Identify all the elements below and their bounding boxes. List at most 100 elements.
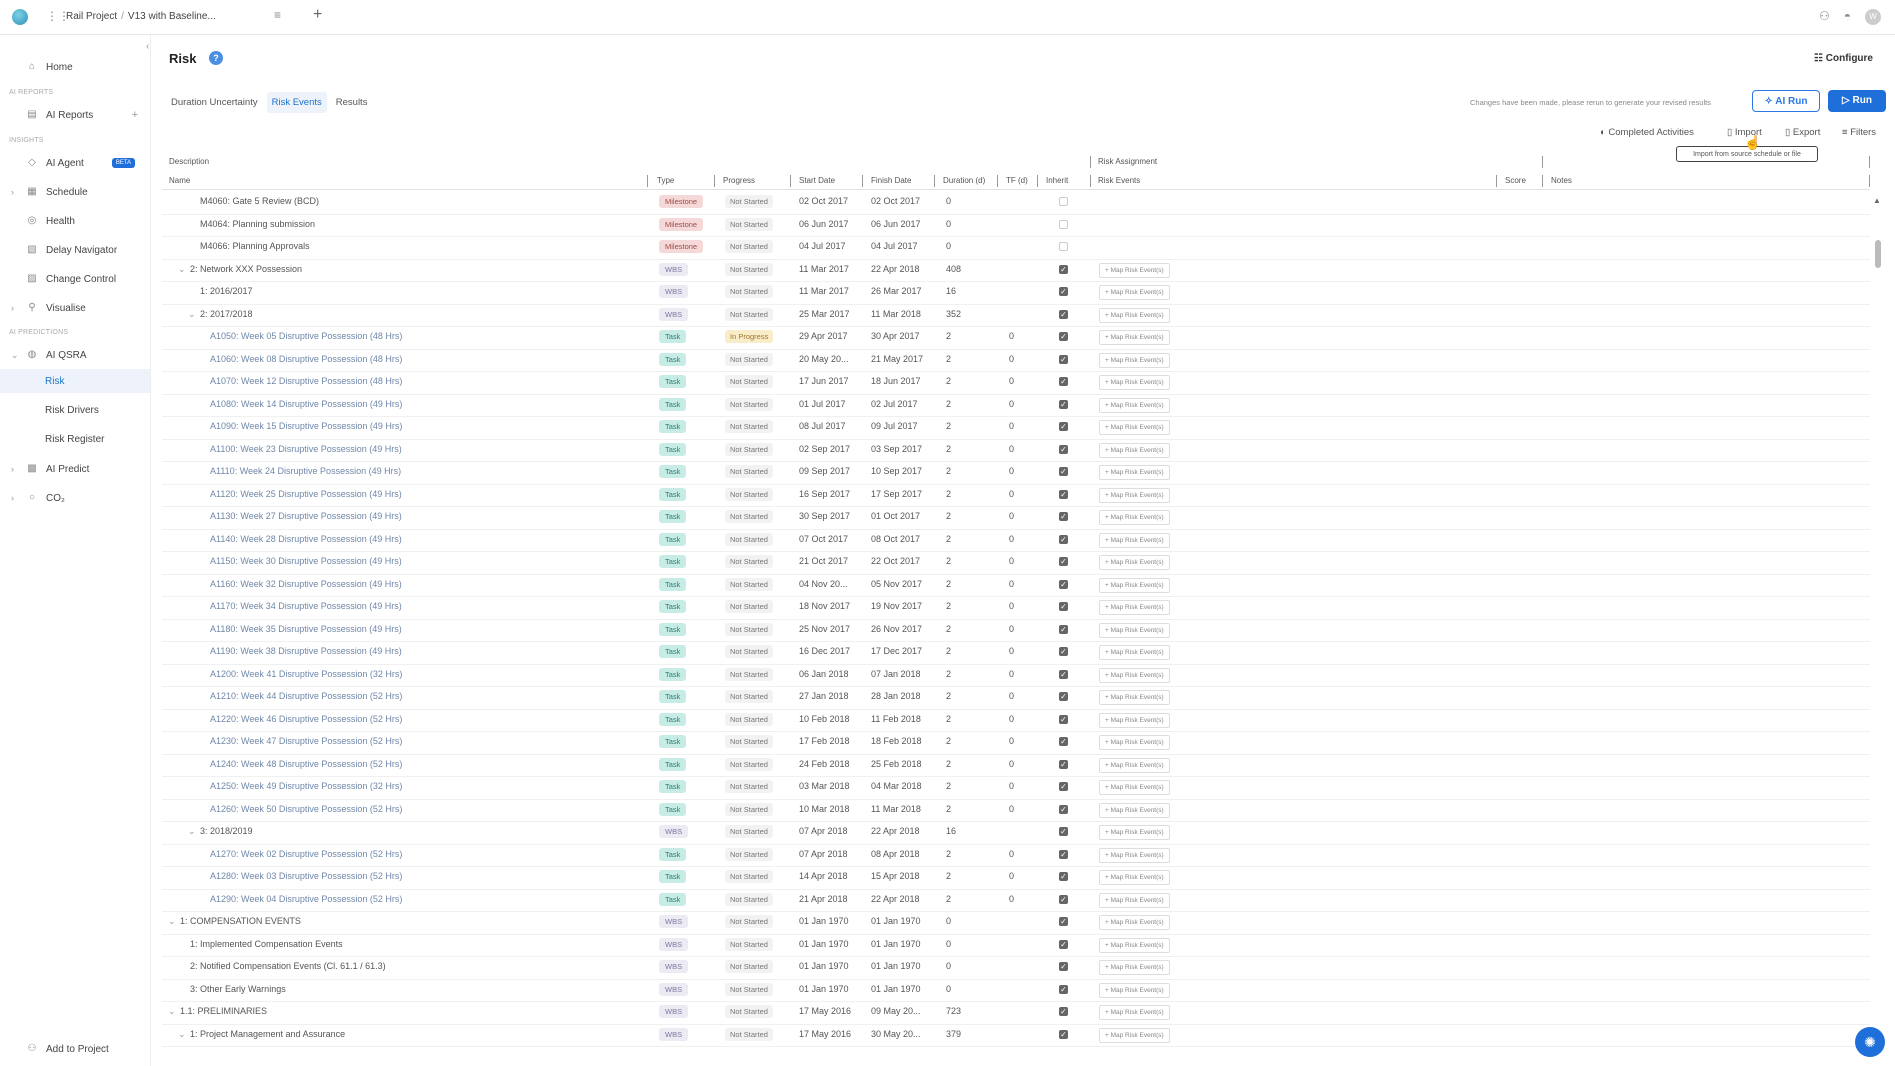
inherit-checkbox[interactable]: ✓ (1059, 332, 1068, 341)
avatar[interactable]: W (1865, 9, 1881, 25)
inherit-checkbox[interactable]: ✓ (1059, 849, 1068, 859)
map-risk-events-button[interactable]: + Map Risk Event(s) (1099, 870, 1170, 885)
col-type[interactable]: Type (657, 176, 674, 185)
chevron-right-icon[interactable]: › (11, 187, 14, 197)
map-risk-events-button[interactable]: + Map Risk Event(s) (1099, 982, 1170, 998)
column-divider[interactable] (934, 175, 935, 187)
map-risk-events-button[interactable]: + Map Risk Event(s) (1099, 937, 1170, 953)
tab-results[interactable]: Results (331, 92, 373, 113)
col-inherit[interactable]: Inherit (1046, 176, 1068, 185)
table-row[interactable]: A1240: Week 48 Disruptive Possession (52… (162, 754, 1870, 777)
map-risk-events-button[interactable]: + Map Risk Event(s) (1099, 847, 1170, 863)
chevron-down-icon[interactable]: ⌄ (178, 264, 186, 275)
table-row[interactable]: 1: Implemented Compensation Events WBS Not… (162, 934, 1870, 957)
table-row[interactable]: A1270: Week 02 Disruptive Possession (52… (162, 844, 1870, 867)
map-risk-events-button[interactable]: + Map Risk Event(s) (1099, 375, 1170, 390)
table-row[interactable]: ⌄ 1: COMPENSATION EVENTS WBS Not Started 01 … (162, 911, 1870, 935)
map-risk-events-button[interactable]: + Map Risk Event(s) (1099, 735, 1170, 750)
table-row[interactable]: A1180: Week 35 Disruptive Possession (49… (162, 619, 1870, 642)
map-risk-events-button[interactable]: + Map Risk Event(s) (1099, 825, 1170, 840)
inherit-checkbox[interactable] (1059, 219, 1068, 229)
inherit-checkbox[interactable]: ✓ (1059, 917, 1068, 926)
inherit-checkbox[interactable]: ✓ (1059, 512, 1068, 521)
inherit-checkbox[interactable]: ✓ (1059, 377, 1068, 386)
table-row[interactable]: 2: Notified Compensation Events (Cl. 61.… (162, 956, 1870, 980)
map-risk-events-button[interactable]: + Map Risk Event(s) (1099, 510, 1170, 525)
table-row[interactable]: A1110: Week 24 Disruptive Possession (49… (162, 461, 1870, 485)
column-divider[interactable] (1496, 175, 1497, 187)
table-row[interactable]: A1060: Week 08 Disruptive Possession (48… (162, 349, 1870, 372)
table-row[interactable]: A1160: Week 32 Disruptive Possession (49… (162, 574, 1870, 597)
col-start-date[interactable]: Start Date (799, 176, 835, 185)
table-row[interactable]: A1140: Week 28 Disruptive Possession (49… (162, 529, 1870, 552)
column-divider[interactable] (647, 175, 648, 187)
map-risk-events-button[interactable]: + Map Risk Event(s) (1099, 285, 1170, 300)
map-risk-events-button[interactable]: + Map Risk Event(s) (1099, 667, 1170, 683)
column-divider[interactable] (790, 175, 791, 187)
col-finish-date[interactable]: Finish Date (871, 176, 911, 185)
inherit-checkbox[interactable]: ✓ (1059, 737, 1068, 746)
map-risk-events-button[interactable]: + Map Risk Event(s) (1099, 960, 1170, 975)
inherit-checkbox[interactable]: ✓ (1059, 759, 1068, 769)
table-row[interactable]: A1150: Week 30 Disruptive Possession (49… (162, 551, 1870, 575)
chevron-down-icon[interactable]: ⌄ (188, 826, 196, 837)
inherit-checkbox[interactable]: ✓ (1059, 1029, 1068, 1039)
map-risk-events-button[interactable]: + Map Risk Event(s) (1099, 420, 1170, 435)
table-row[interactable]: A1190: Week 38 Disruptive Possession (49… (162, 641, 1870, 665)
map-risk-events-button[interactable]: + Map Risk Event(s) (1099, 465, 1170, 480)
chevron-down-icon[interactable]: ⌄ (178, 1029, 186, 1040)
vertical-scrollbar[interactable]: ▲ (1873, 196, 1883, 1052)
map-risk-events-button[interactable]: + Map Risk Event(s) (1099, 307, 1170, 323)
assistant-fab-icon[interactable]: ✺ (1855, 1027, 1885, 1057)
configure-button[interactable]: ☷ Configure (1814, 53, 1873, 64)
inherit-checkbox[interactable]: ✓ (1059, 782, 1068, 791)
table-row[interactable]: A1290: Week 04 Disruptive Possession (52… (162, 889, 1870, 912)
map-risk-events-button[interactable]: + Map Risk Event(s) (1099, 1027, 1170, 1043)
sidebar-item-ai-agent[interactable]: ◇ AI Agent BETA (0, 151, 150, 175)
map-risk-events-button[interactable]: + Map Risk Event(s) (1099, 262, 1170, 278)
export-button[interactable]: ▯ Export (1785, 127, 1820, 138)
table-row[interactable]: A1080: Week 14 Disruptive Possession (49… (162, 394, 1870, 417)
table-row[interactable]: A1130: Week 27 Disruptive Possession (49… (162, 506, 1870, 530)
ai-run-button[interactable]: ✧ AI Run (1752, 90, 1820, 112)
sidebar-item-ai-reports[interactable]: ▤ AI Reports + (0, 103, 150, 127)
map-risk-events-button[interactable]: + Map Risk Event(s) (1099, 397, 1170, 413)
scroll-up-icon[interactable]: ▲ (1873, 196, 1881, 205)
grid-icon[interactable]: ⋮⋮ (46, 10, 70, 22)
table-row[interactable]: A1120: Week 25 Disruptive Possession (49… (162, 484, 1870, 507)
sidebar-item-health[interactable]: ◎ Health (0, 209, 150, 233)
breadcrumb-project[interactable]: Rail Project (66, 11, 117, 22)
inherit-checkbox[interactable]: ✓ (1059, 467, 1068, 476)
inherit-checkbox[interactable]: ✓ (1059, 962, 1068, 971)
inherit-checkbox[interactable]: ✓ (1059, 399, 1068, 409)
breadcrumb-version[interactable]: V13 with Baseline... (128, 11, 216, 22)
table-row[interactable]: A1230: Week 47 Disruptive Possession (52… (162, 731, 1870, 755)
sidebar-item-risk[interactable]: Risk (0, 369, 150, 393)
inherit-checkbox[interactable]: ✓ (1059, 939, 1068, 949)
col-progress[interactable]: Progress (723, 176, 755, 185)
inherit-checkbox[interactable]: ✓ (1059, 872, 1068, 881)
inherit-checkbox[interactable]: ✓ (1059, 804, 1068, 814)
inherit-checkbox[interactable] (1059, 242, 1068, 251)
inherit-checkbox[interactable]: ✓ (1059, 264, 1068, 274)
inherit-checkbox[interactable]: ✓ (1059, 287, 1068, 296)
map-risk-events-button[interactable]: + Map Risk Event(s) (1099, 757, 1170, 773)
inherit-checkbox[interactable]: ✓ (1059, 534, 1068, 544)
table-row[interactable]: A1260: Week 50 Disruptive Possession (52… (162, 799, 1870, 822)
inherit-checkbox[interactable]: ✓ (1059, 422, 1068, 431)
sidebar-item-add-to-project[interactable]: ⚇ Add to Project (0, 1037, 150, 1061)
map-risk-events-button[interactable]: + Map Risk Event(s) (1099, 330, 1170, 345)
col-score[interactable]: Score (1505, 176, 1526, 185)
map-risk-events-button[interactable]: + Map Risk Event(s) (1099, 690, 1170, 705)
map-risk-events-button[interactable]: + Map Risk Event(s) (1099, 1005, 1170, 1020)
user-share-icon[interactable]: ⚇ (1819, 9, 1830, 25)
map-risk-events-button[interactable]: + Map Risk Event(s) (1099, 915, 1170, 930)
add-tab-icon[interactable]: + (313, 6, 322, 24)
inherit-checkbox[interactable]: ✓ (1059, 692, 1068, 701)
inherit-checkbox[interactable]: ✓ (1059, 714, 1068, 724)
tab-risk-events[interactable]: Risk Events (266, 92, 327, 113)
help-icon[interactable]: ? (209, 51, 223, 65)
column-divider[interactable] (1869, 175, 1870, 187)
table-row[interactable]: M4060: Gate 5 Review (BCD) Milestone Not S… (162, 191, 1870, 215)
inherit-checkbox[interactable]: ✓ (1059, 827, 1068, 836)
